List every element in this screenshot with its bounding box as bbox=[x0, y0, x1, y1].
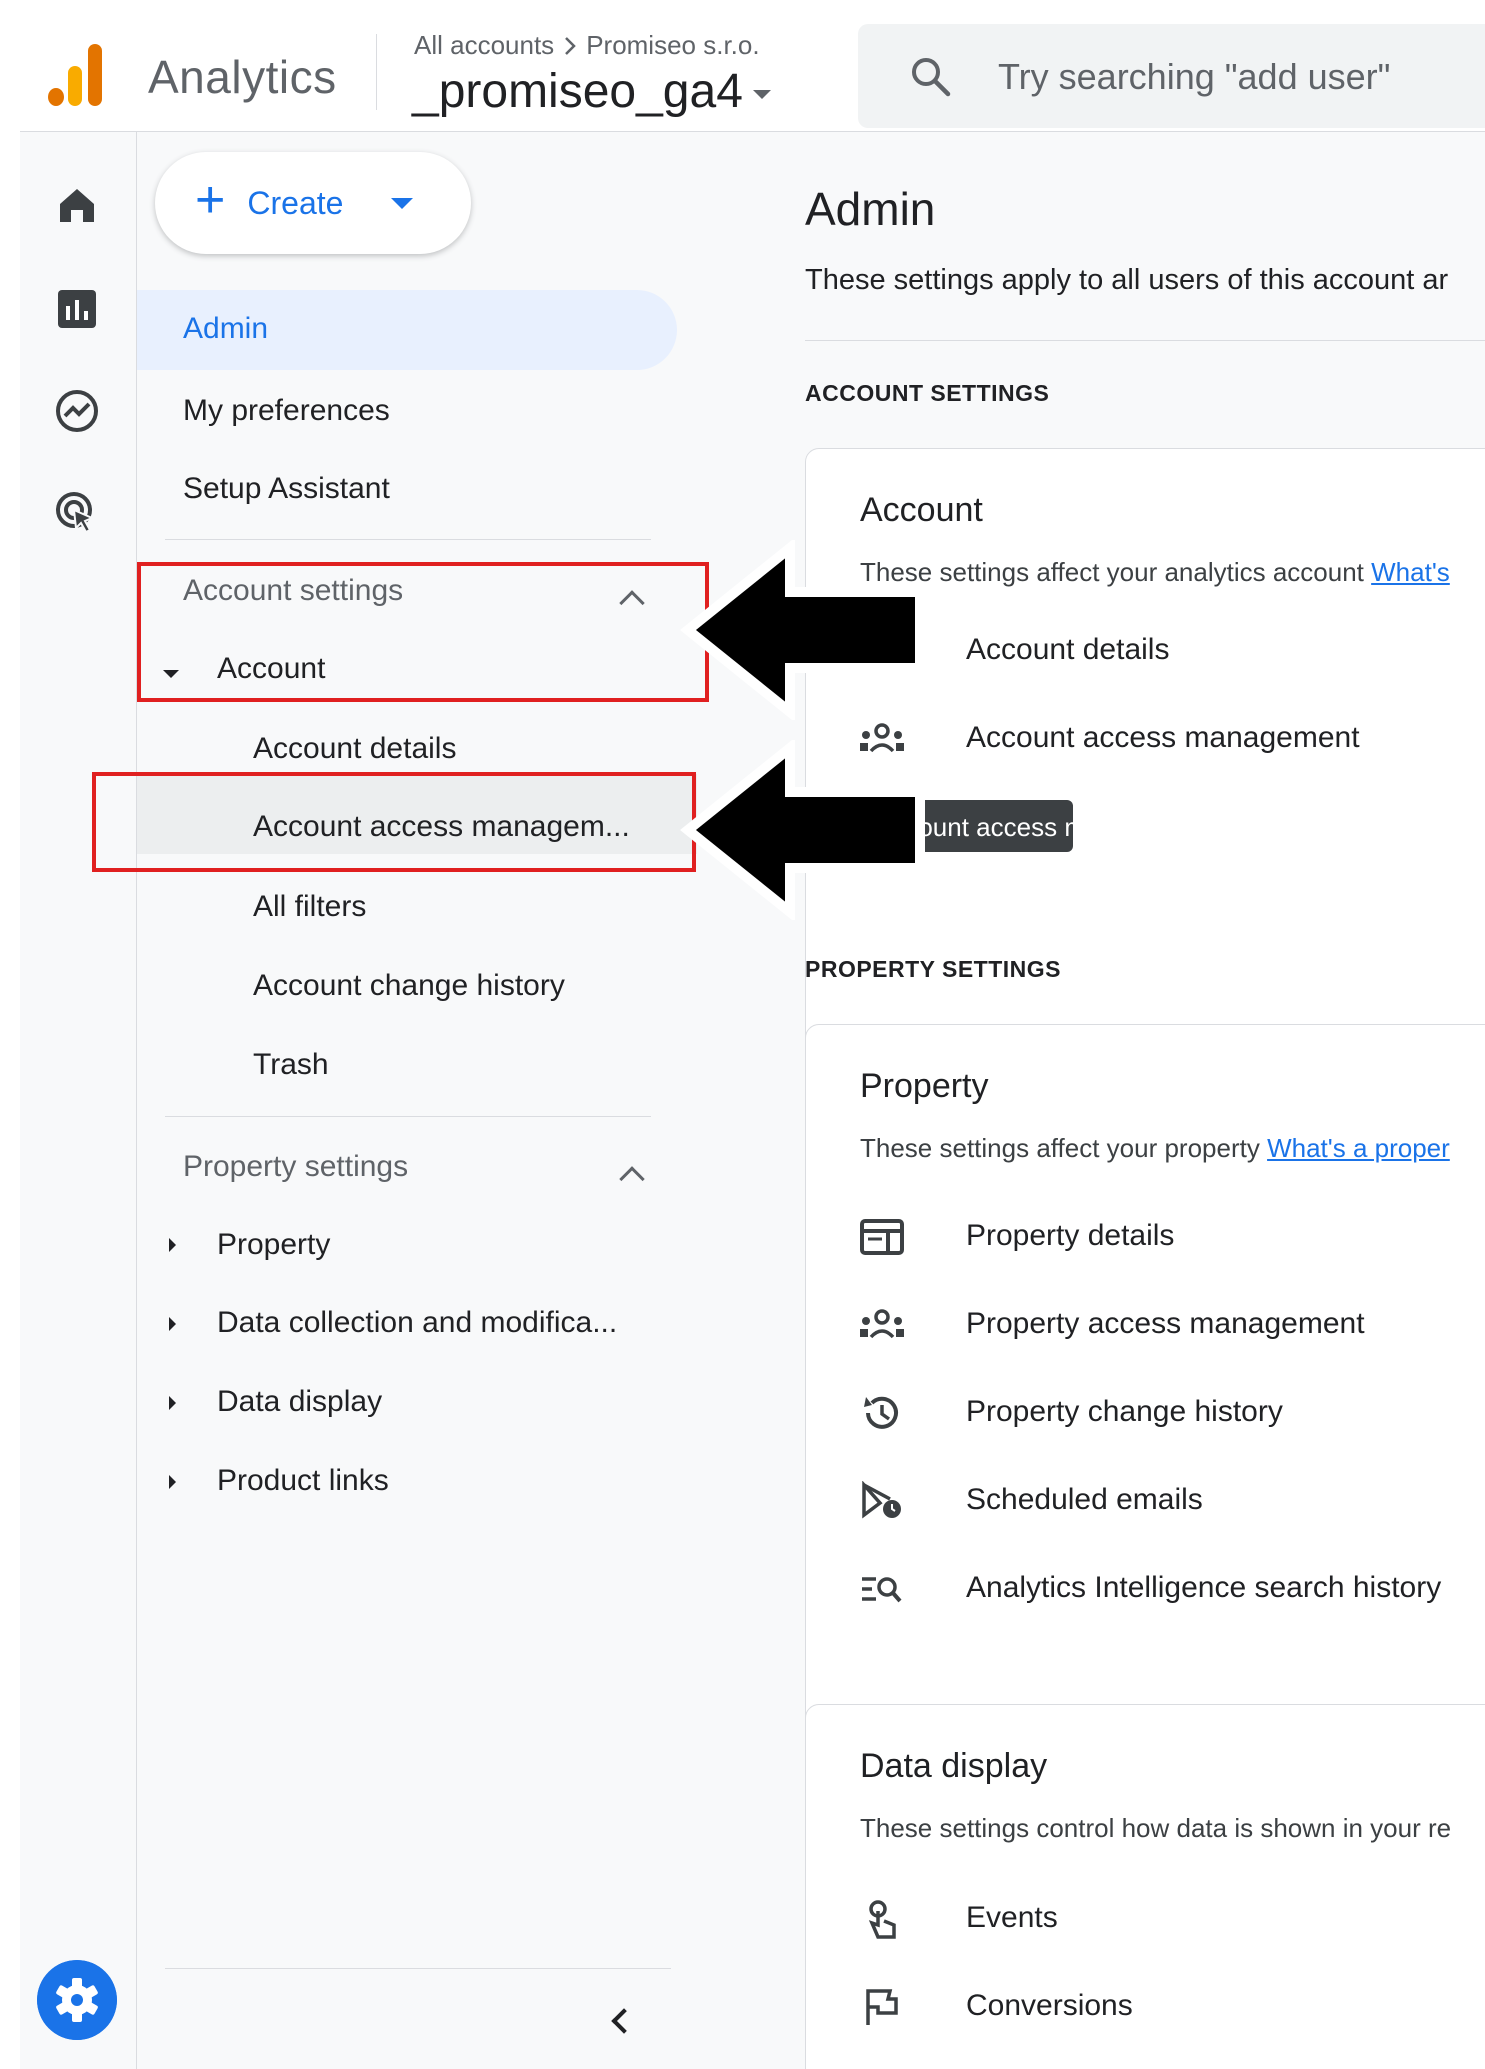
analytics-intelligence-search-history-row[interactable]: Analytics Intelligence search history bbox=[860, 1563, 1485, 1613]
conversions-label: Conversions bbox=[966, 1989, 1133, 2022]
nav-divider bbox=[165, 539, 651, 540]
people-icon bbox=[860, 1309, 904, 1339]
history-icon bbox=[864, 1396, 898, 1429]
nav-item-admin[interactable]: Admin bbox=[137, 290, 677, 370]
nav-item-setup-assistant[interactable]: Setup Assistant bbox=[183, 472, 390, 506]
property-card-title: Property bbox=[860, 1067, 989, 1105]
nav-item-account-change-history[interactable]: Account change history bbox=[253, 969, 565, 1003]
search-icon bbox=[912, 58, 951, 97]
expand-right-icon[interactable] bbox=[169, 1396, 176, 1410]
scheduled-emails-row[interactable]: Scheduled emails bbox=[860, 1475, 1485, 1525]
flag-icon bbox=[866, 1989, 898, 2025]
property-settings-heading[interactable]: Property settings bbox=[183, 1150, 408, 1184]
property-details-icon bbox=[860, 1219, 904, 1255]
scheduled-emails-icon bbox=[862, 1481, 901, 1519]
property-access-management-row[interactable]: Property access management bbox=[860, 1299, 1485, 1349]
home-icon[interactable] bbox=[52, 180, 102, 230]
search-input[interactable]: Try searching "add user" bbox=[858, 24, 1485, 128]
settings-gear-icon[interactable] bbox=[37, 1960, 117, 2040]
expand-right-icon[interactable] bbox=[169, 1317, 176, 1331]
nav-item-product-links[interactable]: Product links bbox=[217, 1464, 389, 1498]
property-change-history-row[interactable]: Property change history bbox=[860, 1387, 1485, 1437]
account-settings-section-label: ACCOUNT SETTINGS bbox=[805, 380, 1050, 406]
nav-item-my-preferences[interactable]: My preferences bbox=[183, 394, 390, 428]
search-history-icon bbox=[862, 1577, 902, 1603]
property-details-row[interactable]: Property details bbox=[860, 1211, 1485, 1261]
caret-down-icon bbox=[391, 197, 414, 209]
nav-divider bbox=[165, 1116, 651, 1117]
nav-item-all-filters[interactable]: All filters bbox=[253, 890, 366, 924]
nav-item-account-details[interactable]: Account details bbox=[253, 732, 456, 766]
conversions-row[interactable]: Conversions bbox=[860, 1981, 1485, 2031]
breadcrumb[interactable]: All accounts Promiseo s.r.o. bbox=[414, 30, 760, 61]
data-display-card-description: These settings control how data is shown… bbox=[860, 1813, 1452, 1843]
expand-right-icon[interactable] bbox=[169, 1475, 176, 1489]
account-access-management-row[interactable]: Account access management bbox=[860, 713, 1485, 763]
plus-icon: + bbox=[195, 171, 226, 229]
admin-nav-panel: + Create Admin My preferences Setup Assi… bbox=[137, 132, 737, 2069]
highlight-account-access-management bbox=[92, 772, 696, 872]
nav-item-data-display[interactable]: Data display bbox=[217, 1385, 382, 1419]
events-row[interactable]: Events bbox=[860, 1893, 1485, 1943]
top-bar: Analytics All accounts Promiseo s.r.o. _… bbox=[20, 12, 1485, 132]
account-card-learn-link[interactable]: What's bbox=[1371, 557, 1450, 587]
property-card: Property These settings affect your prop… bbox=[805, 1024, 1485, 1800]
analytics-intelligence-search-history-label: Analytics Intelligence search history bbox=[966, 1571, 1442, 1604]
nav-divider bbox=[165, 1968, 671, 1969]
property-selector[interactable]: _promiseo_ga4 bbox=[412, 64, 771, 119]
app-title: Analytics bbox=[148, 51, 337, 103]
page-title: Admin bbox=[805, 183, 936, 235]
advertising-icon[interactable] bbox=[52, 488, 102, 538]
collapse-chevron-left-icon[interactable] bbox=[611, 2008, 637, 2034]
nav-item-data-collection[interactable]: Data collection and modifica... bbox=[217, 1306, 617, 1340]
main-content: Admin These settings apply to all users … bbox=[737, 132, 1485, 2069]
property-change-history-label: Property change history bbox=[966, 1395, 1283, 1428]
property-name: _promiseo_ga4 bbox=[412, 65, 743, 118]
nav-item-admin-label: Admin bbox=[183, 312, 269, 345]
property-card-description: These settings affect your property What… bbox=[860, 1133, 1450, 1164]
property-settings-section-label: PROPERTY SETTINGS bbox=[805, 956, 1062, 982]
main-divider bbox=[805, 340, 1485, 341]
arrow-left-icon bbox=[680, 740, 925, 920]
events-label: Events bbox=[966, 1901, 1058, 1934]
search-placeholder: Try searching "add user" bbox=[998, 56, 1391, 97]
analytics-admin-page: Analytics All accounts Promiseo s.r.o. _… bbox=[0, 0, 1485, 2069]
highlight-account-settings bbox=[137, 562, 709, 702]
breadcrumb-chevron-icon bbox=[565, 36, 576, 55]
reports-icon[interactable] bbox=[52, 284, 102, 334]
arrow-left-icon bbox=[680, 540, 925, 720]
data-display-card: Data display These settings control how … bbox=[805, 1704, 1485, 2069]
create-label: Create bbox=[247, 184, 344, 221]
nav-item-property[interactable]: Property bbox=[217, 1228, 330, 1262]
account-access-management-label: Account access management bbox=[966, 721, 1360, 754]
explore-icon[interactable] bbox=[52, 386, 102, 436]
property-card-learn-link[interactable]: What's a proper bbox=[1267, 1133, 1450, 1163]
header-divider bbox=[376, 34, 377, 110]
nav-item-trash[interactable]: Trash bbox=[253, 1048, 329, 1082]
property-details-label: Property details bbox=[966, 1219, 1175, 1252]
page-description: These settings apply to all users of thi… bbox=[805, 264, 1449, 296]
breadcrumb-all-accounts[interactable]: All accounts bbox=[414, 30, 554, 61]
account-details-row[interactable]: Account details bbox=[860, 625, 1485, 675]
account-details-label: Account details bbox=[966, 633, 1170, 666]
events-touch-icon bbox=[868, 1900, 896, 1939]
left-rail bbox=[20, 132, 137, 2069]
expand-right-icon[interactable] bbox=[169, 1238, 176, 1252]
property-access-management-label: Property access management bbox=[966, 1307, 1365, 1340]
data-display-card-title: Data display bbox=[860, 1747, 1048, 1785]
scheduled-emails-label: Scheduled emails bbox=[966, 1483, 1203, 1516]
caret-down-icon bbox=[752, 90, 771, 99]
property-card-description-text: These settings affect your property bbox=[860, 1133, 1260, 1163]
account-card-title: Account bbox=[860, 491, 983, 529]
analytics-logo[interactable] bbox=[48, 42, 104, 106]
chevron-up-icon[interactable] bbox=[619, 1166, 645, 1192]
create-button[interactable]: + Create bbox=[155, 152, 471, 254]
breadcrumb-account[interactable]: Promiseo s.r.o. bbox=[586, 30, 759, 61]
